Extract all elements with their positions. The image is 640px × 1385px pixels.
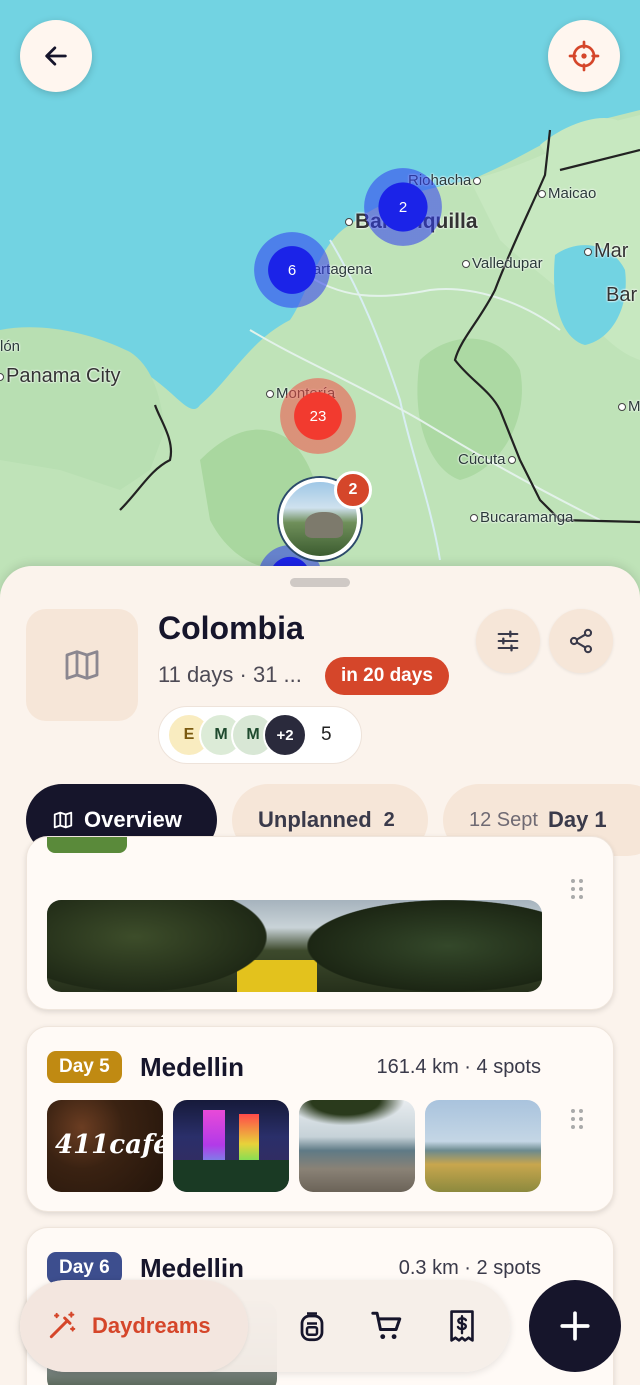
expenses-button[interactable] (442, 1306, 482, 1346)
tab-day-1-date: 12 Sept (469, 808, 538, 831)
photo-detail (307, 900, 542, 992)
map-icon (53, 811, 73, 829)
day-photo[interactable]: 411café (47, 1100, 163, 1192)
day-badge (47, 837, 127, 853)
filter-button[interactable] (476, 609, 540, 673)
place-lon: lón (0, 338, 21, 355)
day-photo[interactable] (173, 1100, 289, 1192)
day-card[interactable]: Day 5 Medellin 161.4 km · 4 spots 411caf… (26, 1026, 614, 1212)
day-card[interactable] (26, 836, 614, 1010)
tab-unplanned-label: Unplanned (258, 807, 372, 832)
trip-meta: 11 days · 31 ... (158, 662, 302, 687)
back-button[interactable] (20, 20, 92, 92)
place-bar: Bar (606, 284, 638, 306)
photo-detail (299, 1100, 415, 1130)
place-mar: Mar (582, 240, 628, 263)
day-stats: 0.3 km · 2 spots (398, 1257, 541, 1279)
trip-thumbnail[interactable] (26, 609, 138, 721)
day-photo[interactable] (299, 1100, 415, 1192)
map-view[interactable]: Riohacha Maicao Barranquilla Cartagena V… (0, 0, 640, 620)
cluster-monteria[interactable]: 23 (280, 378, 356, 454)
photo-caption: 411café (55, 1130, 163, 1160)
place-valledupar: Valledupar (460, 255, 543, 272)
daydreams-label: Daydreams (92, 1313, 211, 1338)
trip-title: Colombia (158, 610, 304, 646)
day-photo[interactable] (47, 900, 542, 992)
avatar-more: +2 (263, 713, 307, 757)
place-panama-city: Panama City (0, 365, 121, 388)
shopping-button[interactable] (367, 1306, 407, 1346)
trip-members[interactable]: E M M +2 5 (158, 706, 362, 764)
sheet-handle[interactable] (290, 578, 350, 587)
trip-sheet: Colombia 11 days · 31 ... in 20 days E M… (0, 566, 640, 1385)
tab-unplanned-count: 2 (383, 808, 395, 831)
drag-handle-icon[interactable] (571, 879, 583, 899)
photo-detail (47, 900, 267, 992)
plus-icon (560, 1311, 590, 1341)
day-photo[interactable] (425, 1100, 541, 1192)
day-stats: 161.4 km · 4 spots (376, 1056, 541, 1078)
share-icon (569, 628, 593, 654)
day-badge: Day 5 (47, 1051, 122, 1083)
tab-overview-label: Overview (84, 807, 182, 832)
locate-button[interactable] (548, 20, 620, 92)
packing-button[interactable] (292, 1306, 332, 1346)
photo-detail (173, 1160, 289, 1192)
photo-pin-image (305, 512, 343, 538)
receipt-icon (450, 1310, 474, 1342)
drag-handle-icon[interactable] (571, 1109, 583, 1129)
crosshair-icon (568, 40, 600, 72)
place-cucuta: Cúcuta (458, 451, 518, 468)
members-count: 5 (321, 724, 332, 745)
cluster-barranquilla[interactable]: 2 (364, 168, 442, 246)
place-maicao: Maicao (536, 185, 596, 202)
place-bucaramanga: Bucaramanga (468, 509, 573, 526)
add-button[interactable] (529, 1280, 621, 1372)
trip-countdown-badge: in 20 days (325, 657, 449, 695)
arrow-left-icon (45, 46, 67, 66)
day-city: Medellin (140, 1052, 245, 1082)
sliders-icon (497, 630, 519, 652)
daydreams-button[interactable]: Daydreams (20, 1280, 248, 1372)
bottom-bar: Daydreams (0, 1280, 640, 1385)
photo-pin-badge: 2 (334, 471, 372, 509)
cluster-cartagena[interactable]: 6 (254, 232, 330, 308)
place-om: M (616, 398, 640, 415)
backpack-icon (300, 1312, 324, 1342)
share-button[interactable] (549, 609, 613, 673)
map-icon (65, 650, 99, 680)
wand-icon (49, 1311, 76, 1339)
tab-day-1-label: Day 1 (547, 807, 607, 832)
cart-icon (371, 1311, 402, 1340)
